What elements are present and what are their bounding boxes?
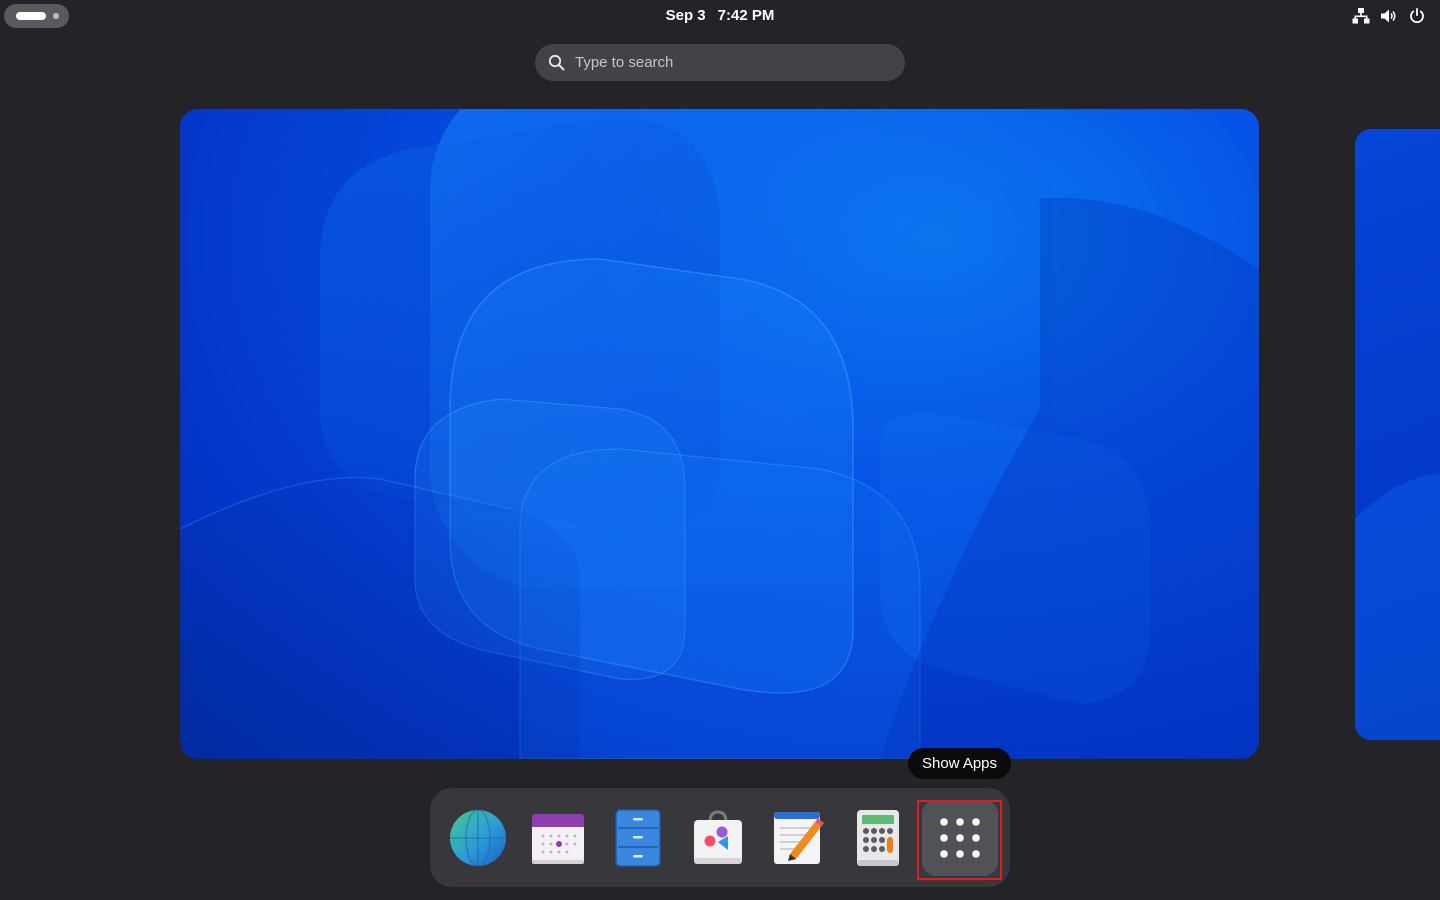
wallpaper-shapes bbox=[180, 109, 1259, 759]
dock-item-files[interactable] bbox=[600, 800, 676, 876]
activities-button[interactable] bbox=[4, 4, 69, 28]
volume-icon bbox=[1380, 7, 1398, 25]
search-bar[interactable] bbox=[535, 44, 905, 81]
next-wallpaper-shapes bbox=[1355, 473, 1440, 740]
active-workspace-indicator bbox=[16, 12, 46, 20]
dock-item-web-browser[interactable] bbox=[440, 800, 516, 876]
workspace-thumbnail[interactable] bbox=[180, 109, 1259, 759]
power-icon bbox=[1408, 7, 1426, 25]
dock-item-calculator[interactable] bbox=[840, 800, 916, 876]
search-icon bbox=[548, 54, 565, 76]
search-input[interactable] bbox=[575, 44, 895, 81]
next-workspace-thumbnail[interactable] bbox=[1355, 129, 1440, 740]
dock-item-text-editor[interactable] bbox=[760, 800, 836, 876]
top-bar: Sep 3 7:42 PM bbox=[0, 0, 1440, 32]
clock: Sep 3 7:42 PM bbox=[0, 0, 1440, 32]
show-apps-tooltip: Show Apps bbox=[908, 748, 1011, 779]
workspace-dot-indicator bbox=[53, 13, 59, 19]
dock-item-software[interactable] bbox=[680, 800, 756, 876]
time-label: 7:42 PM bbox=[717, 7, 775, 24]
show-apps-highlight-box bbox=[917, 800, 1002, 880]
date-time-button[interactable]: Sep 3 7:42 PM bbox=[658, 0, 783, 32]
network-wired-icon bbox=[1352, 7, 1370, 25]
date-label: Sep 3 bbox=[665, 7, 706, 24]
dock-item-calendar[interactable] bbox=[520, 800, 596, 876]
system-status-area[interactable] bbox=[1352, 6, 1426, 26]
